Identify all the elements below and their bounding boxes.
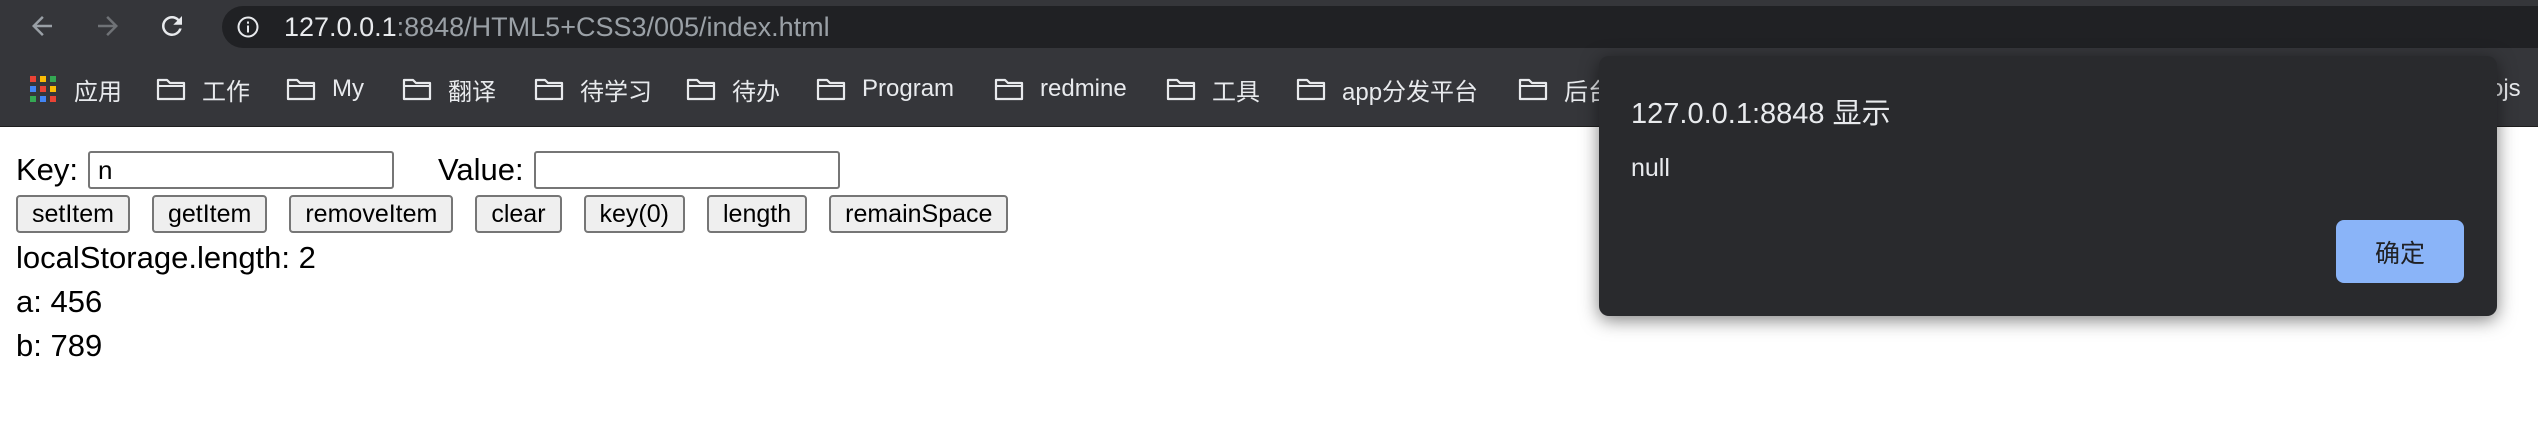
bookmark-apps[interactable]: 应用: [30, 52, 122, 126]
bookmark-label: Program: [862, 75, 955, 102]
bookmark-folder-redmine[interactable]: redmine: [994, 52, 1127, 126]
bookmark-label: 待办: [732, 78, 780, 106]
folder-icon: [816, 78, 846, 101]
remainspace-button[interactable]: remainSpace: [829, 195, 1009, 233]
storage-entry: a: 456: [16, 284, 103, 319]
folder-icon: [686, 78, 716, 101]
bookmark-folder-program[interactable]: Program: [816, 52, 954, 126]
folder-icon: [402, 78, 432, 101]
value-label: Value:: [438, 152, 524, 187]
arrow-right-icon: [98, 16, 118, 36]
forward-button[interactable]: [88, 6, 128, 46]
bookmark-label: 应用: [74, 78, 122, 106]
back-button[interactable]: [22, 6, 62, 46]
bookmark-label: 翻译: [448, 78, 496, 106]
setitem-button[interactable]: setItem: [16, 195, 130, 233]
folder-icon: [1296, 78, 1326, 101]
reload-icon: [162, 15, 182, 36]
storage-entry: b: 789: [16, 328, 103, 363]
bookmark-folder-app-distribution[interactable]: app分发平台: [1296, 52, 1478, 126]
bookmark-folder-my[interactable]: My: [286, 52, 364, 126]
bookmark-label: 工具: [1212, 78, 1260, 106]
length-button[interactable]: length: [707, 195, 808, 233]
bookmark-folder-tools[interactable]: 工具: [1166, 52, 1260, 126]
apps-grid-icon: [30, 76, 56, 102]
address-bar[interactable]: 127.0.0.1:8848/HTML5+CSS3/005/index.html: [222, 6, 2538, 48]
url-text: 127.0.0.1:8848/HTML5+CSS3/005/index.html: [284, 6, 830, 48]
value-input[interactable]: [533, 151, 840, 189]
removeitem-button[interactable]: removeItem: [289, 195, 454, 233]
url-host: 127.0.0.1: [284, 12, 397, 42]
folder-icon: [286, 78, 316, 101]
key0-button[interactable]: key(0): [583, 195, 685, 233]
key-label: Key:: [16, 152, 79, 187]
bookmark-label: 待学习: [580, 78, 652, 106]
bookmark-folder-translate[interactable]: 翻译: [402, 52, 496, 126]
bookmark-folder-to-learn[interactable]: 待学习: [534, 52, 652, 126]
bookmark-folder-todo[interactable]: 待办: [686, 52, 780, 126]
folder-icon: [1518, 78, 1548, 101]
alert-dialog: 127.0.0.1:8848 显示 null 确定: [1599, 56, 2497, 316]
bookmark-label: app分发平台: [1342, 78, 1479, 106]
bookmark-label: redmine: [1040, 75, 1127, 102]
bookmark-folder-work[interactable]: 工作: [156, 52, 250, 126]
storage-length-text: localStorage.length: 2: [16, 240, 316, 275]
url-path: :8848/HTML5+CSS3/005/index.html: [396, 12, 830, 42]
folder-icon: [534, 78, 564, 101]
getitem-button[interactable]: getItem: [151, 195, 268, 233]
key-input[interactable]: [88, 151, 395, 189]
key-value-row: Key: Value:: [16, 150, 840, 190]
alert-title: 127.0.0.1:8848 显示: [1631, 98, 1891, 130]
alert-message: null: [1631, 154, 1670, 182]
clear-button[interactable]: clear: [475, 195, 562, 233]
folder-icon: [156, 78, 186, 101]
browser-toolbar: 127.0.0.1:8848/HTML5+CSS3/005/index.html: [0, 0, 2538, 52]
bookmark-label: My: [332, 75, 364, 102]
reload-button[interactable]: [152, 6, 192, 46]
alert-ok-button[interactable]: 确定: [2336, 220, 2464, 283]
folder-icon: [1166, 78, 1196, 101]
bookmark-label: 工作: [202, 78, 250, 106]
folder-icon: [994, 78, 1024, 101]
info-icon[interactable]: [236, 15, 260, 39]
bookmark-folder-backend[interactable]: 后台: [1518, 52, 1612, 126]
action-buttons: setItem getItem removeItem clear key(0) …: [16, 194, 1030, 234]
arrow-left-icon: [32, 16, 52, 36]
